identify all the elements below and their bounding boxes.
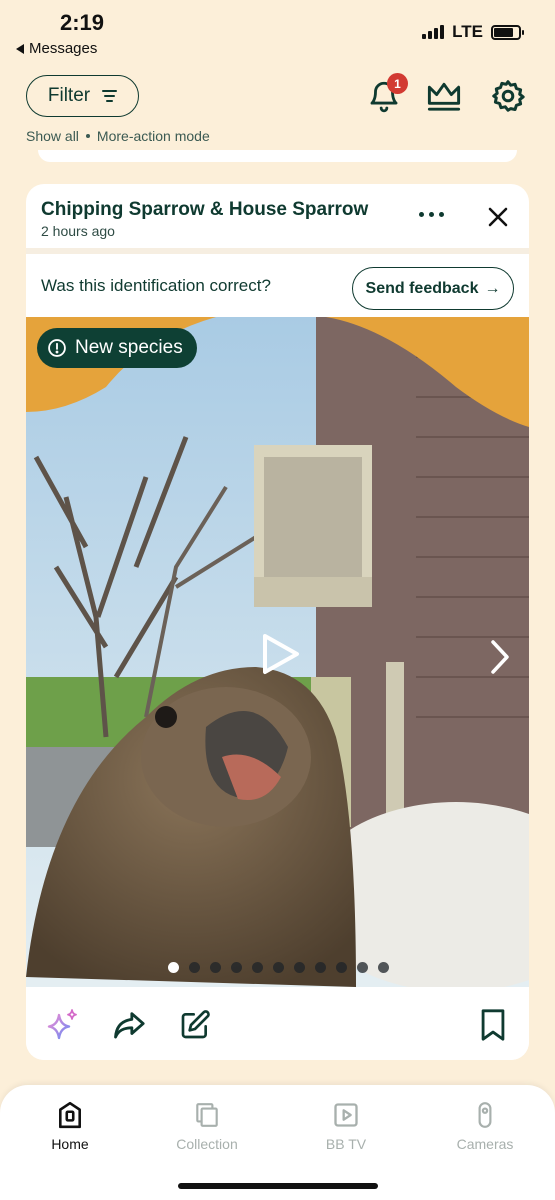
crown-icon [427,82,461,111]
new-species-label: New species [75,337,183,358]
card-title: Chipping Sparrow & House Sparrow [41,199,369,220]
carousel-dot[interactable] [252,962,263,973]
more-icon [419,212,424,217]
carousel-dot[interactable] [189,962,200,973]
tab-bb-tv-label: BB TV [325,1136,367,1152]
status-indicators: LTE [422,22,524,42]
feedback-row: Was this identification correct? Send fe… [26,248,529,318]
save-bookmark-button[interactable] [475,1007,511,1043]
play-icon[interactable] [258,632,302,676]
premium-button[interactable] [424,76,464,116]
separator-dot [85,134,90,138]
network-label: LTE [452,22,483,41]
edit-icon [181,1010,210,1039]
carousel-dot[interactable] [294,962,305,973]
new-species-badge: New species [37,328,197,368]
alert-circle-icon [48,339,66,357]
tab-collection-label: Collection [176,1136,238,1152]
battery-icon [491,24,524,40]
tab-cameras[interactable]: Cameras [430,1101,540,1152]
gear-icon [492,80,525,112]
carousel-dot[interactable] [357,962,368,973]
bookmark-icon [481,1009,505,1041]
carousel-dot[interactable] [273,962,284,973]
notifications-button[interactable]: 1 [364,73,408,116]
signal-icon [422,25,445,39]
status-time: 2:19 [60,10,105,35]
ai-sparkle-button[interactable] [44,1007,80,1043]
edit-button[interactable] [177,1007,213,1043]
send-feedback-label: Send feedback [365,279,479,297]
view-mode-nav: Show all More-action mode [26,128,210,144]
card-actions [26,987,529,1060]
sighting-card: Chipping Sparrow & House Sparrow 2 hours… [26,184,529,1060]
home-indicator [178,1183,378,1189]
arrow-right-icon: → [484,279,501,297]
notification-badge: 1 [387,73,408,94]
app-screen: 2:19 Messages LTE Filter 1 Show all More… [0,0,555,1200]
filter-button[interactable]: Filter [26,75,139,117]
close-icon[interactable] [486,205,510,229]
share-button[interactable] [111,1007,147,1043]
tab-home-label: Home [51,1136,89,1152]
share-icon [114,1012,145,1039]
carousel-dot[interactable] [336,962,347,973]
carousel-dots[interactable] [168,962,389,973]
back-arrow-icon [16,43,24,54]
chevron-right-icon[interactable] [488,639,512,675]
carousel-dot[interactable] [378,962,389,973]
more-options-button[interactable] [419,212,444,217]
sparkle-icon [47,1009,77,1040]
carousel-dot[interactable] [231,962,242,973]
feedback-question: Was this identification correct? [41,276,271,295]
tab-bb-tv[interactable]: BB TV [291,1101,401,1152]
carousel-dot[interactable] [168,962,179,973]
back-label: Messages [29,40,98,57]
send-feedback-button[interactable]: Send feedback → [352,267,514,310]
filter-icon [102,90,118,102]
filter-label: Filter [47,85,91,106]
bird-photo[interactable]: New species [26,317,529,987]
tv-icon [334,1103,358,1127]
tab-collection[interactable]: Collection [152,1101,262,1152]
settings-button[interactable] [488,76,528,116]
home-icon [59,1101,81,1129]
carousel-dot[interactable] [210,962,221,973]
collection-icon [196,1103,218,1127]
tab-cameras-label: Cameras [456,1136,514,1152]
more-action-mode-link[interactable]: More-action mode [97,128,210,144]
card-timestamp: 2 hours ago [41,223,115,239]
camera-icon [478,1102,492,1128]
show-all-link[interactable]: Show all [26,128,79,144]
tab-home[interactable]: Home [15,1101,125,1152]
carousel-dot[interactable] [315,962,326,973]
back-to-messages[interactable]: Messages [16,40,97,57]
previous-card-edge [38,150,517,162]
